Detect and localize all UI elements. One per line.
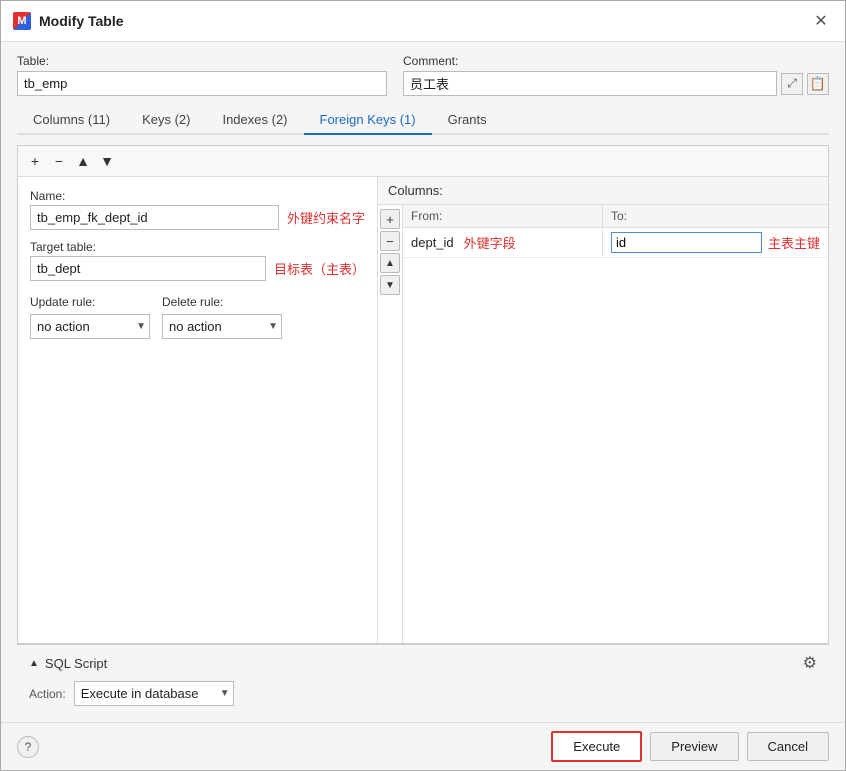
action-select-wrap: Execute in database Write to clipboard W… [74, 681, 234, 706]
dialog-title: Modify Table [39, 13, 801, 29]
note-button[interactable]: 📋 [807, 73, 829, 95]
tabs: Columns (11) Keys (2) Indexes (2) Foreig… [17, 106, 829, 135]
close-button[interactable]: ✕ [809, 9, 833, 33]
dialog-footer: ? Execute Preview Cancel [1, 722, 845, 770]
sql-section: ▲ SQL Script ⚙ Action: Execute in databa… [17, 644, 829, 714]
fk-name-annotation: 外键约束名字 [287, 208, 365, 227]
tab-indexes[interactable]: Indexes (2) [206, 106, 303, 135]
comment-input[interactable] [403, 71, 777, 96]
fk-cols-header-row: From: To: [403, 205, 828, 228]
fk-toolbar: + − ▲ ▼ [18, 146, 828, 177]
update-rule-label: Update rule: [30, 295, 150, 309]
tab-columns[interactable]: Columns (11) [17, 106, 126, 135]
comment-field-group: Comment: ⤢ 📋 [403, 54, 829, 96]
action-label: Action: [29, 687, 66, 701]
comment-row: ⤢ 📋 [403, 71, 829, 96]
preview-button[interactable]: Preview [650, 732, 738, 761]
fk-tab-content: + − ▲ ▼ Name: 外键约束名字 [17, 145, 829, 644]
table-field-group: Table: [17, 54, 387, 96]
modify-table-dialog: M Modify Table ✕ Table: Comment: ⤢ 📋 Col… [0, 0, 846, 771]
action-select[interactable]: Execute in database Write to clipboard W… [74, 681, 234, 706]
fk-right-panel: Columns: + − ▲ ▼ From: [378, 177, 828, 643]
tab-grants[interactable]: Grants [432, 106, 503, 135]
app-icon: M [13, 12, 31, 30]
comment-label: Comment: [403, 54, 829, 68]
to-col-annotation: 主表主键 [768, 233, 820, 252]
sql-title-label: SQL Script [45, 656, 107, 671]
to-col-header: To: [603, 205, 828, 227]
fk-target-input[interactable] [30, 256, 266, 281]
table-comment-row: Table: Comment: ⤢ 📋 [17, 54, 829, 96]
sql-collapse-icon[interactable]: ▲ [29, 658, 39, 669]
table-input[interactable] [17, 71, 387, 96]
from-col-cell: dept_id 外键字段 [403, 229, 603, 256]
fk-content-area: Name: 外键约束名字 Target table: 目标表（主表） [18, 177, 828, 643]
sql-header: ▲ SQL Script ⚙ [29, 653, 817, 673]
fk-target-group: Target table: 目标表（主表） [30, 240, 365, 281]
from-col-annotation: 外键字段 [464, 233, 516, 252]
gear-icon[interactable]: ⚙ [803, 653, 817, 673]
fk-cols-table: From: To: dept_id 外键字段 [403, 205, 828, 643]
col-up-button[interactable]: ▲ [380, 253, 400, 273]
tab-foreign-keys[interactable]: Foreign Keys (1) [304, 106, 432, 135]
move-up-button[interactable]: ▲ [72, 150, 94, 172]
fk-col-row-1: dept_id 外键字段 主表主键 [403, 228, 828, 258]
from-col-header: From: [403, 205, 603, 227]
fk-name-label: Name: [30, 189, 365, 203]
rule-row: Update rule: no action restrict cascade … [30, 295, 365, 339]
move-down-button[interactable]: ▼ [96, 150, 118, 172]
col-controls: + − ▲ ▼ [378, 205, 403, 643]
remove-col-button[interactable]: − [380, 231, 400, 251]
to-col-cell: 主表主键 [603, 228, 828, 257]
add-fk-button[interactable]: + [24, 150, 46, 172]
to-col-input[interactable] [611, 232, 762, 253]
cancel-button[interactable]: Cancel [747, 732, 829, 761]
update-rule-group: Update rule: no action restrict cascade … [30, 295, 150, 339]
col-down-button[interactable]: ▼ [380, 275, 400, 295]
delete-rule-group: Delete rule: no action restrict cascade … [162, 295, 282, 339]
delete-rule-select-wrap: no action restrict cascade set null set … [162, 314, 282, 339]
help-button[interactable]: ? [17, 736, 39, 758]
fk-columns-label: Columns: [388, 183, 443, 198]
from-col-value: dept_id [411, 235, 454, 250]
fk-columns-area: + − ▲ ▼ From: To: [378, 205, 828, 643]
delete-rule-select[interactable]: no action restrict cascade set null set … [162, 314, 282, 339]
update-rule-select[interactable]: no action restrict cascade set null set … [30, 314, 150, 339]
fk-columns-header: Columns: [378, 177, 828, 205]
tab-keys[interactable]: Keys (2) [126, 106, 206, 135]
title-bar: M Modify Table ✕ [1, 1, 845, 42]
fk-name-group: Name: 外键约束名字 [30, 189, 365, 230]
fk-target-label: Target table: [30, 240, 365, 254]
fk-target-annotation: 目标表（主表） [274, 259, 365, 278]
table-label: Table: [17, 54, 387, 68]
expand-button[interactable]: ⤢ [781, 73, 803, 95]
delete-rule-label: Delete rule: [162, 295, 282, 309]
execute-button[interactable]: Execute [551, 731, 642, 762]
remove-fk-button[interactable]: − [48, 150, 70, 172]
sql-title: ▲ SQL Script [29, 656, 107, 671]
update-rule-select-wrap: no action restrict cascade set null set … [30, 314, 150, 339]
fk-name-input[interactable] [30, 205, 279, 230]
add-col-button[interactable]: + [380, 209, 400, 229]
fk-left-panel: Name: 外键约束名字 Target table: 目标表（主表） [18, 177, 378, 643]
dialog-body: Table: Comment: ⤢ 📋 Columns (11) Keys (2… [1, 42, 845, 722]
sql-action-row: Action: Execute in database Write to cli… [29, 681, 817, 706]
footer-buttons: Execute Preview Cancel [551, 731, 829, 762]
